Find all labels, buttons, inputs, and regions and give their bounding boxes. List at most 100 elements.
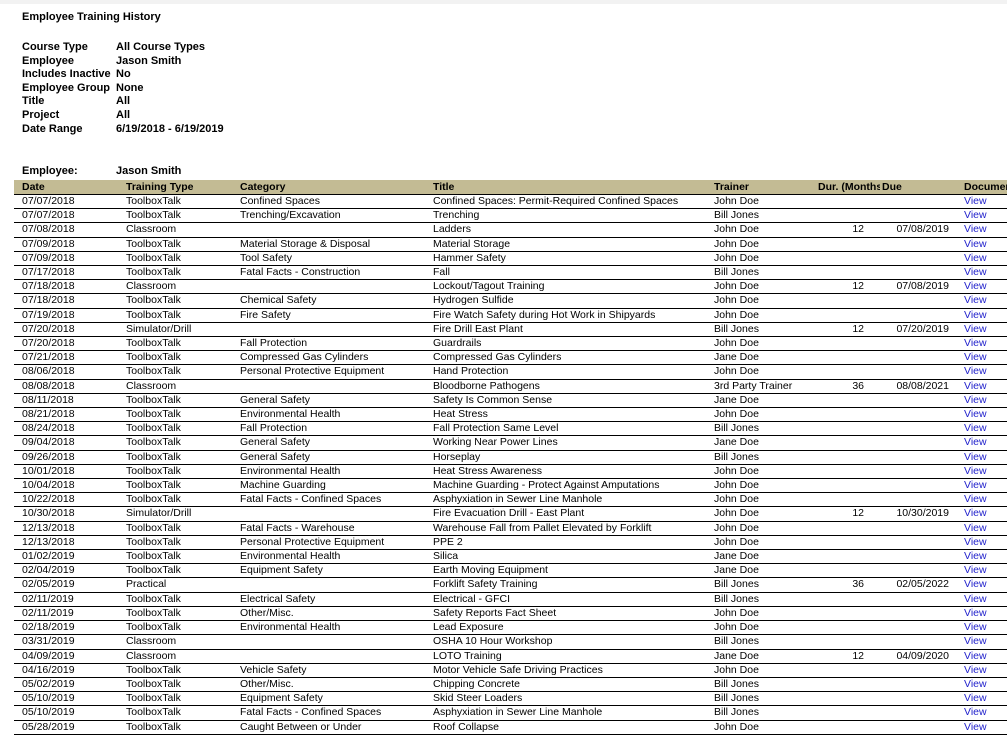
cell-title: Machine Guarding - Protect Against Amput… bbox=[433, 479, 660, 492]
view-document-link[interactable]: View bbox=[964, 621, 987, 633]
cell-trainer: John Doe bbox=[714, 294, 759, 307]
cell-document: View bbox=[954, 450, 1007, 464]
table-row: 07/19/2018 ToolboxTalk Fire Safety Fire Wat… bbox=[14, 308, 1007, 323]
cell-due bbox=[880, 521, 954, 535]
parameter-value: None bbox=[116, 81, 144, 94]
view-document-link[interactable]: View bbox=[964, 351, 987, 363]
cell-due bbox=[880, 720, 954, 734]
cell-due: 08/08/2021 bbox=[896, 379, 949, 392]
column-header-duration[interactable]: Dur. (Months) bbox=[806, 180, 880, 195]
view-document-link[interactable]: View bbox=[964, 223, 987, 235]
cell-trainer: John Doe bbox=[714, 237, 759, 250]
cell-title: Safety Is Common Sense bbox=[433, 393, 553, 406]
cell-document: View bbox=[954, 592, 1007, 606]
view-document-link[interactable]: View bbox=[964, 266, 987, 278]
view-document-link[interactable]: View bbox=[964, 422, 987, 434]
parameter-label: Project bbox=[22, 108, 60, 121]
cell-date: 05/10/2019 bbox=[22, 692, 75, 705]
cell-trainer: Jane Doe bbox=[714, 550, 759, 563]
view-document-link[interactable]: View bbox=[964, 536, 987, 548]
view-document-link[interactable]: View bbox=[964, 365, 987, 377]
cell-document: View bbox=[954, 578, 1007, 592]
cell-category: Vehicle Safety bbox=[240, 663, 307, 676]
cell-training-type: Practical bbox=[126, 578, 167, 591]
view-document-link[interactable]: View bbox=[964, 692, 987, 704]
view-document-link[interactable]: View bbox=[964, 252, 987, 264]
training-history-table: Date Training Type Category Title Traine… bbox=[14, 180, 1007, 735]
view-document-link[interactable]: View bbox=[964, 408, 987, 420]
table-row: 08/11/2018 ToolboxTalk General Safety Safet… bbox=[14, 393, 1007, 408]
cell-training-type: ToolboxTalk bbox=[126, 237, 181, 250]
table-row: 08/08/2018 Classroom Bloodborne Pathogens 3… bbox=[14, 379, 1007, 394]
table-row: 04/09/2019 Classroom LOTO Training Jane Doe… bbox=[14, 649, 1007, 664]
table-row: 05/10/2019 ToolboxTalk Equipment Safety Ski… bbox=[14, 692, 1007, 706]
cell-date: 08/11/2018 bbox=[22, 393, 74, 406]
cell-title: Guardrails bbox=[433, 337, 482, 350]
cell-date: 10/04/2018 bbox=[22, 479, 75, 492]
column-header-document[interactable]: Document bbox=[954, 180, 1007, 195]
table-row: 07/20/2018 ToolboxTalk Fall Protection Guar… bbox=[14, 337, 1007, 351]
view-document-link[interactable]: View bbox=[964, 522, 987, 534]
view-document-link[interactable]: View bbox=[964, 479, 987, 491]
view-document-link[interactable]: View bbox=[964, 664, 987, 676]
parameter-value: No bbox=[116, 68, 131, 81]
parameter-label: Title bbox=[22, 95, 45, 108]
view-document-link[interactable]: View bbox=[964, 209, 987, 221]
view-document-link[interactable]: View bbox=[964, 323, 987, 335]
cell-trainer: John Doe bbox=[714, 507, 759, 520]
view-document-link[interactable]: View bbox=[964, 465, 987, 477]
cell-category: Fatal Facts - Confined Spaces bbox=[240, 493, 382, 506]
cell-trainer: John Doe bbox=[714, 535, 759, 548]
view-document-link[interactable]: View bbox=[964, 550, 987, 562]
cell-training-type: Classroom bbox=[126, 223, 177, 236]
view-document-link[interactable]: View bbox=[964, 380, 987, 392]
view-document-link[interactable]: View bbox=[964, 678, 987, 690]
cell-due bbox=[880, 209, 954, 223]
view-document-link[interactable]: View bbox=[964, 635, 987, 647]
cell-due bbox=[880, 464, 954, 478]
view-document-link[interactable]: View bbox=[964, 451, 987, 463]
view-document-link[interactable]: View bbox=[964, 436, 987, 448]
view-document-link[interactable]: View bbox=[964, 564, 987, 576]
cell-title: Forklift Safety Training bbox=[433, 578, 538, 591]
column-header-training-type[interactable]: Training Type bbox=[122, 180, 234, 195]
cell-date: 02/04/2019 bbox=[22, 564, 75, 577]
view-document-link[interactable]: View bbox=[964, 394, 987, 406]
view-document-link[interactable]: View bbox=[964, 706, 987, 718]
view-document-link[interactable]: View bbox=[964, 294, 987, 306]
column-header-title[interactable]: Title bbox=[430, 180, 711, 195]
cell-title: Skid Steer Loaders bbox=[433, 692, 523, 705]
view-document-link[interactable]: View bbox=[964, 280, 987, 292]
view-document-link[interactable]: View bbox=[964, 593, 987, 605]
cell-due: 07/20/2019 bbox=[896, 322, 949, 335]
parameter-row: Employee Jason Smith bbox=[22, 55, 224, 69]
cell-duration bbox=[806, 237, 880, 251]
view-document-link[interactable]: View bbox=[964, 195, 987, 207]
view-document-link[interactable]: View bbox=[964, 578, 987, 590]
cell-trainer: Bill Jones bbox=[714, 578, 759, 591]
column-header-category[interactable]: Category bbox=[234, 180, 430, 195]
view-document-link[interactable]: View bbox=[964, 507, 987, 519]
view-document-link[interactable]: View bbox=[964, 607, 987, 619]
cell-trainer: John Doe bbox=[714, 251, 759, 264]
view-document-link[interactable]: View bbox=[964, 337, 987, 349]
cell-trainer: John Doe bbox=[714, 464, 759, 477]
cell-due bbox=[880, 706, 954, 720]
cell-document: View bbox=[954, 223, 1007, 237]
view-document-link[interactable]: View bbox=[964, 650, 987, 662]
column-header-date[interactable]: Date bbox=[14, 180, 122, 195]
view-document-link[interactable]: View bbox=[964, 721, 987, 733]
view-document-link[interactable]: View bbox=[964, 309, 987, 321]
cell-duration: 36 bbox=[852, 379, 864, 392]
cell-duration bbox=[806, 195, 880, 209]
table-row: 05/10/2019 ToolboxTalk Fatal Facts - Confi… bbox=[14, 706, 1007, 721]
cell-trainer: 3rd Party Trainer bbox=[714, 379, 793, 392]
view-document-link[interactable]: View bbox=[964, 493, 987, 505]
cell-training-type: Simulator/Drill bbox=[126, 322, 192, 335]
cell-duration bbox=[806, 535, 880, 549]
column-header-due[interactable]: Due bbox=[880, 180, 954, 195]
column-header-trainer[interactable]: Trainer bbox=[711, 180, 806, 195]
cell-category: Confined Spaces bbox=[240, 195, 320, 207]
cell-category bbox=[234, 578, 430, 592]
view-document-link[interactable]: View bbox=[964, 238, 987, 250]
